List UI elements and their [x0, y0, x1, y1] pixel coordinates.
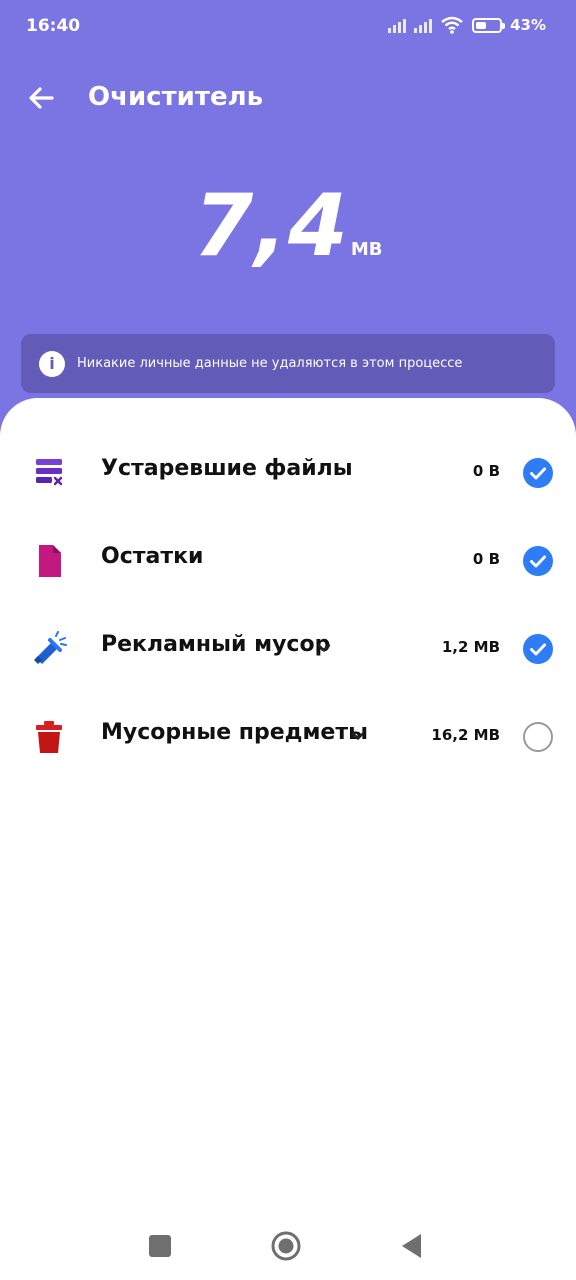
- list-item-residuals[interactable]: Остатки 0 B: [0, 516, 576, 604]
- item-label: Рекламный мусор: [101, 632, 331, 657]
- wifi-icon: [441, 16, 463, 34]
- size-value: 7,4: [193, 176, 349, 276]
- cleanup-list: Устаревшие файлы 0 B Остатки 0 B Рекламн…: [0, 398, 576, 1280]
- megaphone-icon: [34, 631, 67, 664]
- status-bar: 16:40 43%: [0, 0, 576, 56]
- check-icon: [530, 555, 546, 568]
- square-icon: [149, 1235, 171, 1257]
- status-icons: 43%: [388, 16, 546, 34]
- chevron-down-icon[interactable]: [348, 726, 368, 746]
- signal-icon-2: [414, 17, 433, 33]
- checkbox[interactable]: [523, 722, 553, 752]
- circle-icon: [271, 1231, 301, 1261]
- chevron-down-icon[interactable]: [314, 638, 334, 658]
- list-item-ad-junk[interactable]: Рекламный мусор 1,2 MB: [0, 604, 576, 692]
- recents-button[interactable]: [142, 1228, 178, 1264]
- item-amount: 16,2 MB: [431, 726, 500, 744]
- triangle-back-icon: [402, 1234, 421, 1258]
- notice-text: Никакие личные данные не удаляются в это…: [77, 356, 463, 371]
- checkbox[interactable]: [523, 546, 553, 576]
- check-icon: [530, 467, 546, 480]
- residual-file-icon: [39, 545, 61, 577]
- size-unit: MB: [350, 239, 383, 260]
- obsolete-files-icon: [36, 459, 63, 486]
- item-amount: 1,2 MB: [441, 638, 500, 656]
- system-nav-bar: [0, 1210, 576, 1280]
- list-item-obsolete-files[interactable]: Устаревшие файлы 0 B: [0, 428, 576, 516]
- item-amount: 0 B: [472, 462, 500, 480]
- item-amount: 0 B: [472, 550, 500, 568]
- checkbox[interactable]: [523, 634, 553, 664]
- battery-percent: 43%: [510, 16, 546, 34]
- page-title: Очиститель: [88, 82, 264, 112]
- privacy-notice: i Никакие личные данные не удаляются в э…: [21, 334, 555, 393]
- status-time: 16:40: [26, 16, 81, 36]
- check-icon: [530, 643, 546, 656]
- list-item-junk-items[interactable]: Мусорные предметы 16,2 MB: [0, 692, 576, 780]
- info-icon: i: [39, 350, 65, 377]
- back-button[interactable]: [22, 80, 62, 116]
- signal-icon: [388, 17, 407, 33]
- item-label: Мусорные предметы: [101, 720, 368, 745]
- home-button[interactable]: [268, 1228, 304, 1264]
- battery-icon: [472, 17, 506, 33]
- back-arrow-icon: [29, 87, 54, 109]
- total-size: 7,4 MB: [0, 176, 576, 276]
- app-bar: Очиститель: [0, 70, 576, 126]
- item-label: Устаревшие файлы: [101, 456, 353, 481]
- item-label: Остатки: [101, 544, 204, 569]
- back-nav-button[interactable]: [394, 1228, 430, 1264]
- trash-bin-icon: [36, 721, 62, 753]
- checkbox[interactable]: [523, 458, 553, 488]
